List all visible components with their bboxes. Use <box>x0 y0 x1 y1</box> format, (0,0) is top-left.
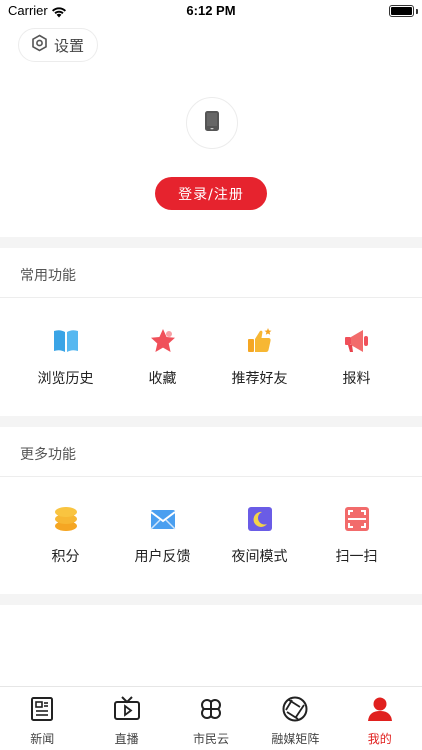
divider <box>0 297 422 298</box>
report-tip-item[interactable]: 报料 <box>308 326 405 388</box>
section-gap <box>0 416 422 427</box>
favorites-label: 收藏 <box>148 371 177 387</box>
tab-bar: 新闻 直播 市民云 融媒矩阵 我的 <box>0 686 422 750</box>
tab-news-label: 新闻 <box>30 732 55 746</box>
battery-icon <box>389 5 414 17</box>
tab-citizen-cloud-label: 市民云 <box>192 732 229 746</box>
scan-item[interactable]: 扫一扫 <box>308 504 405 566</box>
settings-button[interactable]: 设置 <box>18 28 98 62</box>
browse-history-label: 浏览历史 <box>37 371 94 387</box>
tab-live-label: 直播 <box>114 732 139 746</box>
thumbs-up-icon <box>245 326 275 356</box>
tab-media-matrix[interactable]: 融媒矩阵 <box>253 687 337 750</box>
clock: 6:12 PM <box>186 3 236 18</box>
night-mode-label: 夜间模式 <box>231 549 288 565</box>
status-bar: Carrier 6:12 PM <box>0 0 422 22</box>
star-icon <box>148 326 178 356</box>
hexagon-gear-icon <box>31 34 48 56</box>
points-item[interactable]: 积分 <box>17 504 114 566</box>
points-label: 积分 <box>51 549 80 565</box>
tab-mine[interactable]: 我的 <box>338 687 422 750</box>
scan-icon <box>342 504 372 534</box>
tv-icon <box>113 695 141 723</box>
avatar[interactable] <box>186 97 238 149</box>
book-icon <box>51 326 81 356</box>
recommend-friends-item[interactable]: 推荐好友 <box>211 326 308 388</box>
feedback-label: 用户反馈 <box>134 549 191 565</box>
section-gap <box>0 237 422 248</box>
section-gap <box>0 594 422 605</box>
tab-news[interactable]: 新闻 <box>0 687 84 750</box>
tab-live[interactable]: 直播 <box>84 687 168 750</box>
moon-icon <box>245 504 275 534</box>
mail-icon <box>148 504 178 534</box>
browse-history-item[interactable]: 浏览历史 <box>17 326 114 388</box>
night-mode-item[interactable]: 夜间模式 <box>211 504 308 566</box>
battery-cap <box>416 9 418 14</box>
megaphone-icon <box>342 326 372 356</box>
feedback-item[interactable]: 用户反馈 <box>114 504 211 566</box>
tab-media-matrix-label: 融媒矩阵 <box>271 732 320 746</box>
phone-icon <box>204 110 220 136</box>
more-functions-title: 更多功能 <box>20 447 76 463</box>
newspaper-icon <box>28 695 56 723</box>
tab-citizen-cloud[interactable]: 市民云 <box>169 687 253 750</box>
divider <box>0 476 422 477</box>
coins-icon <box>51 504 81 534</box>
common-functions-grid: 浏览历史 收藏 推荐好友 报料 <box>0 326 422 388</box>
recommend-friends-label: 推荐好友 <box>231 371 288 387</box>
aperture-icon <box>281 695 309 723</box>
favorites-item[interactable]: 收藏 <box>114 326 211 388</box>
more-functions-grid: 积分 用户反馈 夜间模式 扫一扫 <box>0 504 422 566</box>
settings-label: 设置 <box>54 36 85 55</box>
clover-icon <box>197 695 225 723</box>
common-functions-title: 常用功能 <box>20 268 76 284</box>
login-register-button[interactable]: 登录/注册 <box>155 177 267 210</box>
person-icon <box>366 695 394 723</box>
tab-mine-label: 我的 <box>367 732 392 746</box>
scan-label: 扫一扫 <box>335 549 378 565</box>
report-tip-label: 报料 <box>342 371 371 387</box>
